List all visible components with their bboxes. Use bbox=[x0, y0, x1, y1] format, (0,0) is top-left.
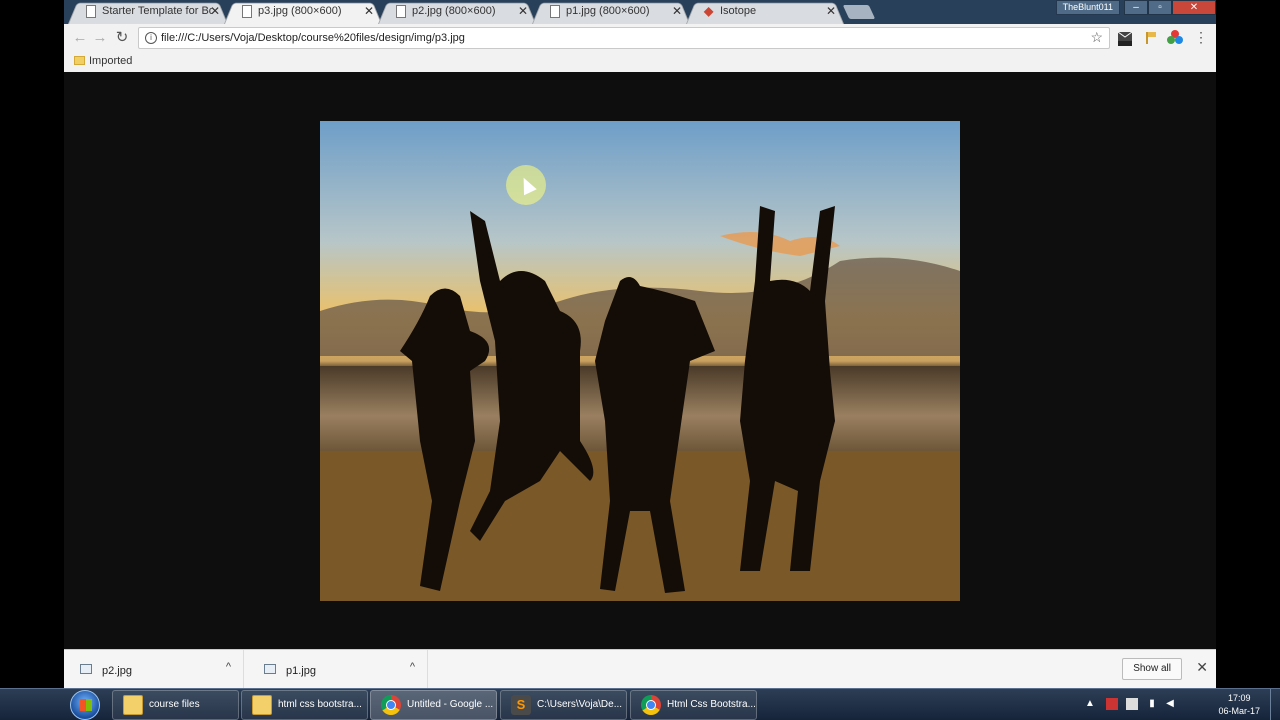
browser-window: Starter Template for Boo ✕ p3.jpg (800×6… bbox=[64, 0, 1216, 689]
network-icon[interactable]: ▮ bbox=[1146, 698, 1158, 710]
taskbar-item-html-css-folder[interactable]: html css bootstra... bbox=[241, 690, 368, 720]
taskbar-item-sublime[interactable]: S C:\Users\Voja\De... bbox=[500, 690, 627, 720]
shield-icon: ◆ bbox=[704, 4, 714, 18]
page-icon bbox=[396, 5, 406, 18]
start-button[interactable] bbox=[70, 690, 100, 720]
tab-starter-template[interactable]: Starter Template for Boo ✕ bbox=[68, 0, 228, 24]
system-tray: ▲ ▮ ◀ 17:09 06-Mar-17 bbox=[1040, 689, 1280, 720]
close-tab-icon[interactable]: ✕ bbox=[518, 4, 528, 18]
download-item-p2[interactable]: p2.jpg ^ bbox=[64, 650, 244, 689]
bookmark-label: Imported bbox=[89, 55, 133, 67]
page-icon bbox=[550, 5, 560, 18]
tab-title: p3.jpg (800×600) bbox=[258, 5, 342, 17]
close-tab-icon[interactable]: ✕ bbox=[364, 4, 374, 18]
download-filename: p2.jpg bbox=[102, 665, 132, 677]
folder-icon bbox=[74, 56, 85, 65]
bookmark-folder-imported[interactable]: Imported bbox=[74, 55, 132, 67]
taskbar-item-course-files[interactable]: course files bbox=[112, 690, 239, 720]
forward-button[interactable]: → bbox=[90, 28, 110, 48]
tab-p2[interactable]: p2.jpg (800×600) ✕ bbox=[378, 0, 536, 24]
info-icon[interactable]: i bbox=[145, 32, 157, 44]
page-icon bbox=[242, 5, 252, 18]
clock[interactable]: 17:09 06-Mar-17 bbox=[1218, 692, 1260, 718]
beach-silhouette-photo bbox=[320, 121, 960, 601]
close-tab-icon[interactable]: ✕ bbox=[210, 4, 220, 18]
volume-icon[interactable]: ◀ bbox=[1164, 698, 1176, 710]
taskbar-label: C:\Users\Voja\De... bbox=[537, 699, 623, 710]
mail-extension-icon[interactable] bbox=[1116, 29, 1134, 47]
image-file-icon bbox=[264, 664, 276, 674]
tab-title: p1.jpg (800×600) bbox=[566, 5, 650, 17]
downloads-shelf: p2.jpg ^ p1.jpg ^ Show all ✕ bbox=[64, 649, 1216, 689]
restore-button[interactable]: ▫ bbox=[1148, 0, 1172, 15]
taskbar-label: course files bbox=[149, 699, 200, 710]
screen: Starter Template for Boo ✕ p3.jpg (800×6… bbox=[0, 0, 1280, 720]
address-bar[interactable]: i file:///C:/Users/Voja/Desktop/course%2… bbox=[138, 27, 1110, 49]
taskbar-label: Untitled - Google ... bbox=[407, 699, 494, 710]
tab-p1[interactable]: p1.jpg (800×600) ✕ bbox=[532, 0, 690, 24]
tab-p3[interactable]: p3.jpg (800×600) ✕ bbox=[224, 0, 382, 24]
download-filename: p1.jpg bbox=[286, 665, 316, 677]
taskbar-item-chrome-untitled[interactable]: Untitled - Google ... bbox=[370, 690, 497, 720]
back-button[interactable]: ← bbox=[70, 28, 90, 48]
download-item-p1[interactable]: p1.jpg ^ bbox=[248, 650, 428, 689]
show-all-button[interactable]: Show all bbox=[1122, 658, 1182, 680]
menu-icon[interactable]: ⋮ bbox=[1194, 29, 1208, 46]
tab-isotope[interactable]: ◆ Isotope ✕ bbox=[686, 0, 844, 24]
taskbar-label: html css bootstra... bbox=[278, 699, 362, 710]
taskbar-item-chrome-html-css[interactable]: Html Css Bootstra... bbox=[630, 690, 757, 720]
close-tab-icon[interactable]: ✕ bbox=[672, 4, 682, 18]
tab-strip: Starter Template for Boo ✕ p3.jpg (800×6… bbox=[64, 0, 1216, 24]
toolbar: ← → ↻ i file:///C:/Users/Voja/Desktop/co… bbox=[64, 24, 1216, 52]
sublime-icon: S bbox=[511, 695, 531, 715]
clock-date: 06-Mar-17 bbox=[1218, 706, 1260, 716]
profile-button[interactable]: TheBlunt011 bbox=[1055, 0, 1120, 15]
chrome-icon bbox=[381, 695, 401, 715]
action-center-flag-icon[interactable] bbox=[1126, 698, 1138, 710]
new-tab-button[interactable] bbox=[842, 5, 876, 19]
minimize-button[interactable]: – bbox=[1124, 0, 1148, 15]
clock-time: 17:09 bbox=[1227, 693, 1251, 703]
page-icon bbox=[86, 5, 96, 18]
url-text[interactable]: file:///C:/Users/Voja/Desktop/course%20f… bbox=[161, 32, 465, 44]
folder-icon bbox=[123, 695, 143, 715]
bookmarks-bar: Imported bbox=[64, 52, 1216, 72]
star-icon[interactable]: ☆ bbox=[1090, 29, 1103, 46]
tab-title: Starter Template for Boo bbox=[102, 5, 212, 17]
displayed-image[interactable] bbox=[320, 121, 960, 601]
close-window-button[interactable]: ✕ bbox=[1172, 0, 1216, 15]
security-icon[interactable] bbox=[1106, 698, 1118, 710]
tab-title: Isotope bbox=[720, 5, 757, 17]
reload-button[interactable]: ↻ bbox=[112, 28, 132, 48]
image-file-icon bbox=[80, 664, 92, 674]
image-viewer bbox=[64, 72, 1216, 649]
show-desktop-button[interactable] bbox=[1270, 689, 1280, 720]
chevron-up-icon[interactable]: ^ bbox=[226, 661, 231, 673]
close-icon[interactable]: ✕ bbox=[1196, 659, 1208, 676]
chrome-icon bbox=[641, 695, 661, 715]
flag-extension-icon[interactable] bbox=[1142, 29, 1160, 47]
chevron-up-icon[interactable]: ^ bbox=[410, 661, 415, 673]
show-hidden-icons-icon[interactable]: ▲ bbox=[1084, 698, 1096, 710]
taskbar-label: Html Css Bootstra... bbox=[667, 699, 756, 710]
tab-title: p2.jpg (800×600) bbox=[412, 5, 496, 17]
color-extension-icon[interactable] bbox=[1166, 29, 1184, 47]
close-tab-icon[interactable]: ✕ bbox=[826, 4, 836, 18]
window-controls: – ▫ ✕ bbox=[1124, 0, 1216, 15]
taskbar: course files html css bootstra... Untitl… bbox=[0, 688, 1280, 720]
windows-logo-icon bbox=[80, 699, 92, 711]
folder-icon bbox=[252, 695, 272, 715]
